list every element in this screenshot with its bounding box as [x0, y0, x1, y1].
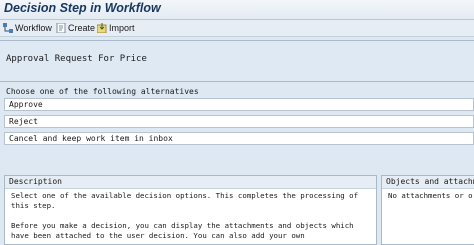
workflow-button-label: Workflow: [15, 23, 52, 33]
create-button[interactable]: Create: [56, 22, 95, 34]
description-text: Select one of the available decision opt…: [5, 189, 376, 241]
import-button-label: Import: [109, 23, 135, 33]
create-button-label: Create: [68, 23, 96, 33]
import-button[interactable]: Import: [97, 22, 135, 34]
description-line: have been attached to the user decision.…: [11, 231, 305, 240]
objects-title: Objects and attachme: [382, 176, 474, 189]
header-box: Approval Request For Price: [0, 40, 474, 82]
description-line: [11, 211, 372, 221]
window-title: Decision Step in Workflow: [4, 1, 161, 15]
title-bar: Decision Step in Workflow: [0, 0, 474, 20]
toolbar: Workflow Create Import: [0, 20, 474, 37]
workflow-icon: [3, 23, 13, 33]
option-approve[interactable]: Approve: [4, 98, 474, 111]
workflow-button[interactable]: Workflow: [3, 22, 52, 34]
description-title: Description: [5, 176, 376, 189]
description-line: Select one of the available decision opt…: [11, 191, 359, 200]
request-title: Approval Request For Price: [6, 54, 147, 64]
decision-prompt: Choose one of the following alternatives: [6, 87, 199, 96]
option-cancel-keep-in-inbox[interactable]: Cancel and keep work item in inbox: [4, 132, 474, 145]
import-icon: [97, 23, 107, 33]
objects-empty-text: No attachments or o: [388, 191, 473, 200]
main-content: Approval Request For Price Choose one of…: [0, 40, 474, 245]
description-panel: Description Select one of the available …: [4, 175, 377, 245]
create-document-icon: [56, 23, 66, 33]
objects-panel: Objects and attachme No attachments or o: [381, 175, 474, 245]
description-line: this step.: [11, 201, 56, 210]
description-line: Before you make a decision, you can disp…: [11, 221, 354, 230]
option-reject[interactable]: Reject: [4, 115, 474, 128]
